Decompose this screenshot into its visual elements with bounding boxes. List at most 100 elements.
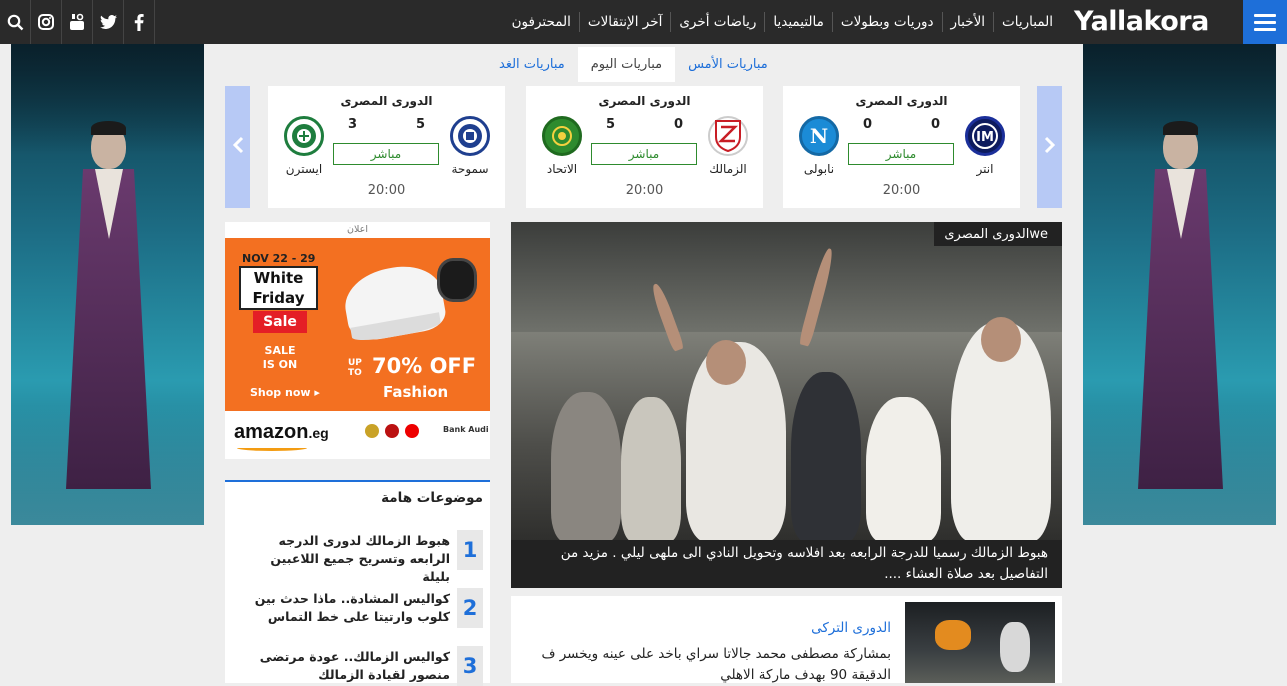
news-story-title[interactable]: بمشاركة مصطفى محمد جالاتا سراي باخد على … — [541, 644, 891, 686]
home-team[interactable]: الزمالك — [698, 116, 758, 176]
important-topics: موضوعات هامة 1 هبوط الزمالك لدورى الدرجه… — [225, 480, 490, 686]
smouha-crest-icon — [450, 116, 490, 156]
nav-item-news[interactable]: الأخبار — [951, 14, 986, 30]
live-status: مباشر — [333, 143, 439, 165]
ad-bank: Bank Audi — [443, 425, 489, 434]
eastern-company-crest-icon — [284, 116, 324, 156]
away-team-name: ايسترن — [285, 162, 323, 176]
topic-item[interactable]: 2 كواليس المشادة.. ماذا حدث بين كلوب وار… — [231, 588, 483, 628]
site-logo[interactable]: Yallakora — [1074, 6, 1209, 37]
topic-number: 1 — [457, 530, 483, 570]
right-side-banner[interactable] — [1083, 44, 1276, 525]
away-team[interactable]: الاتحاد — [532, 116, 592, 176]
watch-image — [437, 258, 477, 302]
ad-footer: amazon.eg Bank Audi — [225, 411, 490, 459]
advertisement: اعلان NOV 22 - 29 White Friday Sale SALE… — [225, 222, 490, 459]
topic-number: 2 — [457, 588, 483, 628]
ad-discount: 70% OFF — [372, 354, 477, 378]
home-team[interactable]: IM انتر — [955, 116, 1015, 176]
match-card[interactable]: الدورى المصرى IM انتر N نابولى 0 0 مباشر… — [783, 86, 1020, 208]
away-score: 5 — [606, 117, 616, 132]
match-league: الدورى المصرى — [340, 94, 433, 108]
twitter-icon[interactable] — [93, 0, 124, 44]
zamalek-crest-icon — [708, 116, 748, 156]
home-team-name: الزمالك — [709, 162, 747, 176]
nav-item-latest-transfers[interactable]: آخر الإنتقالات — [588, 14, 662, 30]
topic-title[interactable]: هبوط الزمالك لدورى الدرجه الرابعه وتسريح… — [240, 532, 450, 586]
match-time: 20:00 — [367, 183, 406, 198]
carousel-next-button[interactable] — [1037, 86, 1062, 208]
live-status: مباشر — [591, 143, 697, 165]
match-card[interactable]: الدورى المصرى سموحة ايسترن 5 3 مباشر 20:… — [268, 86, 505, 208]
match-day-tabs: مباريات الغد مباريات اليوم مباريات الأمس — [486, 47, 781, 82]
main-nav: المحترفون آخر الإنتقالات رياضات أخرى مال… — [512, 0, 1053, 44]
news-story-image — [905, 602, 1055, 683]
home-score: 0 — [674, 117, 684, 132]
ad-sale: Sale — [253, 311, 307, 333]
home-team-name: سموحة — [451, 162, 489, 176]
away-team[interactable]: N نابولى — [789, 116, 849, 176]
away-team-name: نابولى — [803, 162, 835, 176]
amazon-smile-icon — [237, 445, 307, 451]
tab-today-matches[interactable]: مباريات اليوم — [577, 47, 676, 82]
chevron-right-icon — [1044, 135, 1056, 160]
match-time: 20:00 — [882, 183, 921, 198]
svg-text:IM: IM — [976, 130, 994, 145]
chevron-left-icon — [232, 135, 244, 160]
match-league: الدورى المصرى — [855, 94, 948, 108]
news-story-category[interactable]: الدورى التركى — [811, 620, 891, 636]
ad-up-to: UP TO — [348, 358, 362, 378]
ad-shop-now: Shop now ▸ — [250, 386, 320, 399]
nav-item-matches[interactable]: المباريات — [1002, 14, 1053, 30]
topic-item[interactable]: 3 كواليس الزمالك.. عودة مرتضى منصور لقيا… — [231, 646, 483, 686]
live-status: مباشر — [848, 143, 954, 165]
news-story[interactable]: الدورى التركى بمشاركة مصطفى محمد جالاتا … — [511, 596, 1062, 683]
facebook-icon[interactable] — [124, 0, 155, 44]
featured-story-image — [511, 222, 1062, 542]
amazon-logo: amazon.eg — [234, 421, 329, 443]
away-score: 0 — [863, 117, 873, 132]
ad-sale-is-on: SALE IS ON — [262, 344, 298, 371]
match-card[interactable]: الدورى المصرى الزمالك الاتحاد 0 5 مباشر … — [526, 86, 763, 208]
ad-label: اعلان — [347, 224, 368, 235]
ittihad-crest-icon — [542, 116, 582, 156]
home-team[interactable]: سموحة — [440, 116, 500, 176]
home-score: 5 — [416, 117, 426, 132]
menu-icon[interactable] — [1243, 0, 1287, 44]
nav-item-multimedia[interactable]: مالتيميديا — [773, 14, 823, 30]
ad-fashion: Fashion — [383, 383, 449, 401]
svg-text:N: N — [810, 124, 828, 148]
partner-logos — [365, 424, 435, 448]
featured-story-caption[interactable]: هبوط الزمالك رسميا للدرجة الرابعه بعد اف… — [511, 540, 1062, 588]
topic-title[interactable]: كواليس المشادة.. ماذا حدث بين كلوب وارتي… — [240, 590, 450, 626]
inter-crest-icon: IM — [965, 116, 1005, 156]
ad-white-friday: White Friday — [239, 266, 318, 310]
away-score: 3 — [348, 117, 358, 132]
left-side-banner[interactable] — [11, 44, 204, 525]
away-team[interactable]: ايسترن — [274, 116, 334, 176]
instagram-icon[interactable] — [31, 0, 62, 44]
topic-title[interactable]: كواليس الزمالك.. عودة مرتضى منصور لقيادة… — [240, 648, 450, 684]
match-league: الدورى المصرى — [598, 94, 691, 108]
top-navigation-bar: Yallakora المحترفون آخر الإنتقالات رياضا… — [0, 0, 1287, 44]
ad-dates: NOV 22 - 29 — [242, 252, 316, 265]
amazon-white-friday-ad[interactable]: NOV 22 - 29 White Friday Sale SALE IS ON… — [225, 238, 490, 459]
topics-title: موضوعات هامة — [381, 490, 483, 506]
away-team-name: الاتحاد — [546, 162, 578, 176]
match-time: 20:00 — [625, 183, 664, 198]
featured-story[interactable]: الدورى المصرىwe هبوط الزمالك رسميا للدرج… — [511, 222, 1062, 588]
youtube-icon[interactable] — [62, 0, 93, 44]
featured-story-category[interactable]: الدورى المصرىwe — [934, 222, 1062, 246]
topic-item[interactable]: 1 هبوط الزمالك لدورى الدرجه الرابعه وتسر… — [231, 530, 483, 584]
topic-number: 3 — [457, 646, 483, 686]
home-score: 0 — [931, 117, 941, 132]
nav-item-other-sports[interactable]: رياضات أخرى — [679, 14, 756, 30]
nav-item-leagues[interactable]: دوريات وبطولات — [841, 14, 934, 30]
tab-yesterday-matches[interactable]: مباريات الأمس — [675, 47, 781, 82]
home-team-name: انتر — [976, 162, 994, 176]
carousel-prev-button[interactable] — [225, 86, 250, 208]
social-links — [0, 0, 155, 44]
search-icon[interactable] — [0, 0, 31, 44]
tab-tomorrow-matches[interactable]: مباريات الغد — [486, 47, 578, 82]
nav-item-transfers-pros[interactable]: المحترفون — [512, 14, 571, 30]
